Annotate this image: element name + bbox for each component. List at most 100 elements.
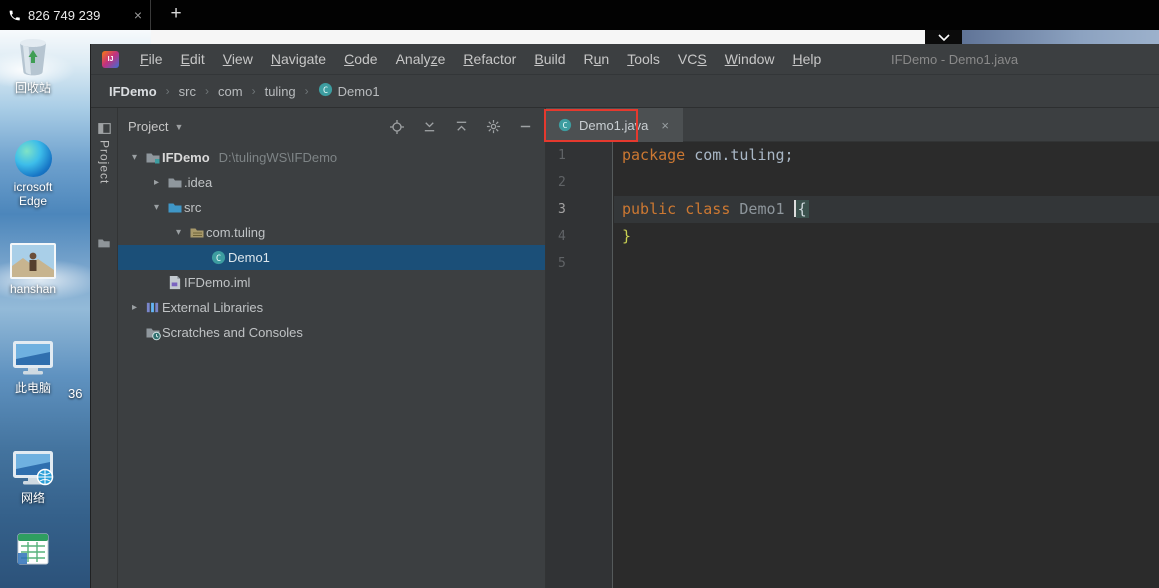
tree-item-scratches-and-consoles[interactable]: Scratches and Consoles: [118, 320, 545, 345]
menu-label-part: indow: [737, 50, 775, 67]
breadcrumb-item-src[interactable]: src: [177, 84, 198, 99]
browser-tab[interactable]: 826 749 239 ×: [0, 0, 151, 30]
tree-item-label: External Libraries: [162, 300, 264, 315]
menu-label-part: avigate: [280, 50, 327, 67]
menu-view[interactable]: View: [214, 51, 262, 67]
tree-item-com-tuling[interactable]: ▾ com.tuling: [118, 220, 545, 245]
menu-label-part: z: [430, 50, 438, 67]
new-tab-button[interactable]: +: [162, 0, 190, 30]
desktop-icon-label: 回收站: [14, 81, 51, 95]
editor-area: C Demo1.java × 1 2 3 4 5 package com.tuling;…: [544, 108, 1159, 588]
java-class-icon: C: [209, 250, 228, 265]
line-number: 3: [558, 202, 566, 217]
hide-panel-icon[interactable]: [518, 119, 533, 134]
menu-tools[interactable]: Tools: [618, 51, 669, 67]
desktop-icon-spreadsheet[interactable]: [2, 533, 64, 568]
desktop-icon-edge[interactable]: icrosoft Edge: [2, 140, 64, 208]
tree-item-ifdemo-iml[interactable]: IFDemo.iml: [118, 270, 545, 295]
menu-window[interactable]: Window: [716, 51, 784, 67]
editor-tab-title: Demo1.java: [579, 117, 649, 133]
desktop-icon-network[interactable]: 网络: [2, 450, 64, 506]
tree-chevron-icon[interactable]: ▸: [126, 302, 143, 313]
menu-refactor[interactable]: Refactor: [454, 51, 525, 67]
code-token: package: [622, 146, 695, 164]
menu-label-part: R: [583, 50, 594, 67]
project-panel-header: Project ▼: [118, 108, 545, 145]
close-icon[interactable]: ×: [661, 118, 669, 133]
menu-navigate[interactable]: Navigate: [262, 51, 335, 67]
tool-window-tab-label: Project: [97, 140, 112, 185]
desktop-icon-recycle-bin[interactable]: 回收站: [2, 36, 64, 96]
breadcrumb-item-demo1[interactable]: C Demo1: [316, 82, 382, 100]
tree-item-label: IFDemo.iml: [184, 275, 251, 290]
menu-code[interactable]: Code: [335, 51, 386, 67]
tree-item-ifdemo[interactable]: ▾ IFDemo D:\tulingWS\IFDemo: [118, 145, 545, 170]
desktop-partial-label: 36: [68, 386, 83, 401]
tree-item-src[interactable]: ▾ src: [118, 195, 545, 220]
breadcrumb-label: src: [178, 83, 197, 99]
desktop-icon-label: hanshan: [9, 282, 57, 296]
menu-label-part: E: [180, 50, 190, 67]
menu-edit[interactable]: Edit: [172, 51, 214, 67]
code-line: }: [614, 223, 1159, 250]
tool-window-bar: Project: [91, 108, 118, 588]
breadcrumb-label: IFDemo: [109, 83, 157, 99]
tree-item-label: Demo1: [228, 250, 270, 265]
breadcrumb-item-com[interactable]: com: [216, 84, 245, 99]
expand-icon[interactable]: [422, 119, 437, 134]
menu-run[interactable]: Run: [575, 51, 619, 67]
settings-gear-icon[interactable]: [486, 119, 501, 134]
window-title: IFDemo - Demo1.java: [891, 52, 1019, 67]
tree-item-path: D:\tulingWS\IFDemo: [218, 150, 338, 165]
collapse-all-icon[interactable]: [454, 119, 469, 134]
line-number: 5: [558, 256, 566, 271]
menu-label-part: F: [140, 50, 149, 67]
project-panel-toolbar: [389, 119, 533, 135]
tree-chevron-icon[interactable]: ▾: [148, 202, 165, 213]
menu-build[interactable]: Build: [525, 51, 574, 67]
code-line: public class Demo1 {: [614, 196, 1159, 223]
tree-item-external-libraries[interactable]: ▸ External Libraries: [118, 295, 545, 320]
desktop-icon-label: 此电脑: [14, 381, 51, 395]
menu-help[interactable]: Help: [784, 51, 831, 67]
svg-text:C: C: [216, 254, 221, 264]
tab-close-icon[interactable]: ×: [134, 7, 142, 23]
editor-gutter[interactable]: 1 2 3 4 5: [546, 142, 613, 588]
code-token: Demo1: [739, 200, 794, 218]
code-area[interactable]: package com.tuling; public class Demo1 {}: [614, 142, 1159, 277]
chevron-down-icon: [937, 33, 950, 41]
project-toolwindow-icon: [98, 123, 111, 134]
tree-item-demo1[interactable]: C Demo1: [118, 245, 545, 270]
menu-vcs[interactable]: VCS: [669, 51, 716, 67]
menu-label-part: ools: [634, 50, 660, 67]
line-number: 1: [558, 148, 566, 163]
breadcrumb-item-ifdemo[interactable]: IFDemo: [107, 84, 159, 99]
tree-item--idea[interactable]: ▸ .idea: [118, 170, 545, 195]
locate-icon[interactable]: [389, 119, 405, 135]
line-number: 4: [558, 229, 566, 244]
tree-item-label: .idea: [184, 175, 213, 190]
photo-icon: [10, 243, 56, 279]
menu-label-part: iew: [231, 50, 253, 67]
breadcrumb-separator: ›: [304, 84, 309, 98]
tree-item-label: src: [184, 200, 202, 215]
chevron-down-icon[interactable]: ▼: [174, 122, 183, 132]
collapse-chevron-box[interactable]: [925, 30, 962, 45]
menu-analyze[interactable]: Analyze: [387, 51, 455, 67]
editor-tab-demo1[interactable]: C Demo1.java ×: [546, 108, 683, 142]
favorites-toolwindow-icon[interactable]: [97, 236, 111, 250]
code-token: {: [795, 200, 809, 218]
menu-label-part: elp: [802, 50, 822, 67]
menu-file[interactable]: File: [131, 51, 172, 67]
project-panel-title[interactable]: Project: [128, 119, 168, 134]
tool-window-tab-project[interactable]: Project: [91, 122, 118, 184]
folder-icon: [165, 175, 184, 191]
tree-chevron-icon[interactable]: ▾: [126, 152, 143, 163]
tree-chevron-icon[interactable]: ▾: [170, 227, 187, 238]
desktop-icon-this-pc[interactable]: 此电脑: [2, 340, 64, 396]
breadcrumb-item-tuling[interactable]: tuling: [263, 84, 298, 99]
desktop-icon-photo[interactable]: hanshan: [2, 243, 64, 296]
network-icon: [13, 451, 54, 486]
tree-chevron-icon[interactable]: ▸: [148, 177, 165, 188]
